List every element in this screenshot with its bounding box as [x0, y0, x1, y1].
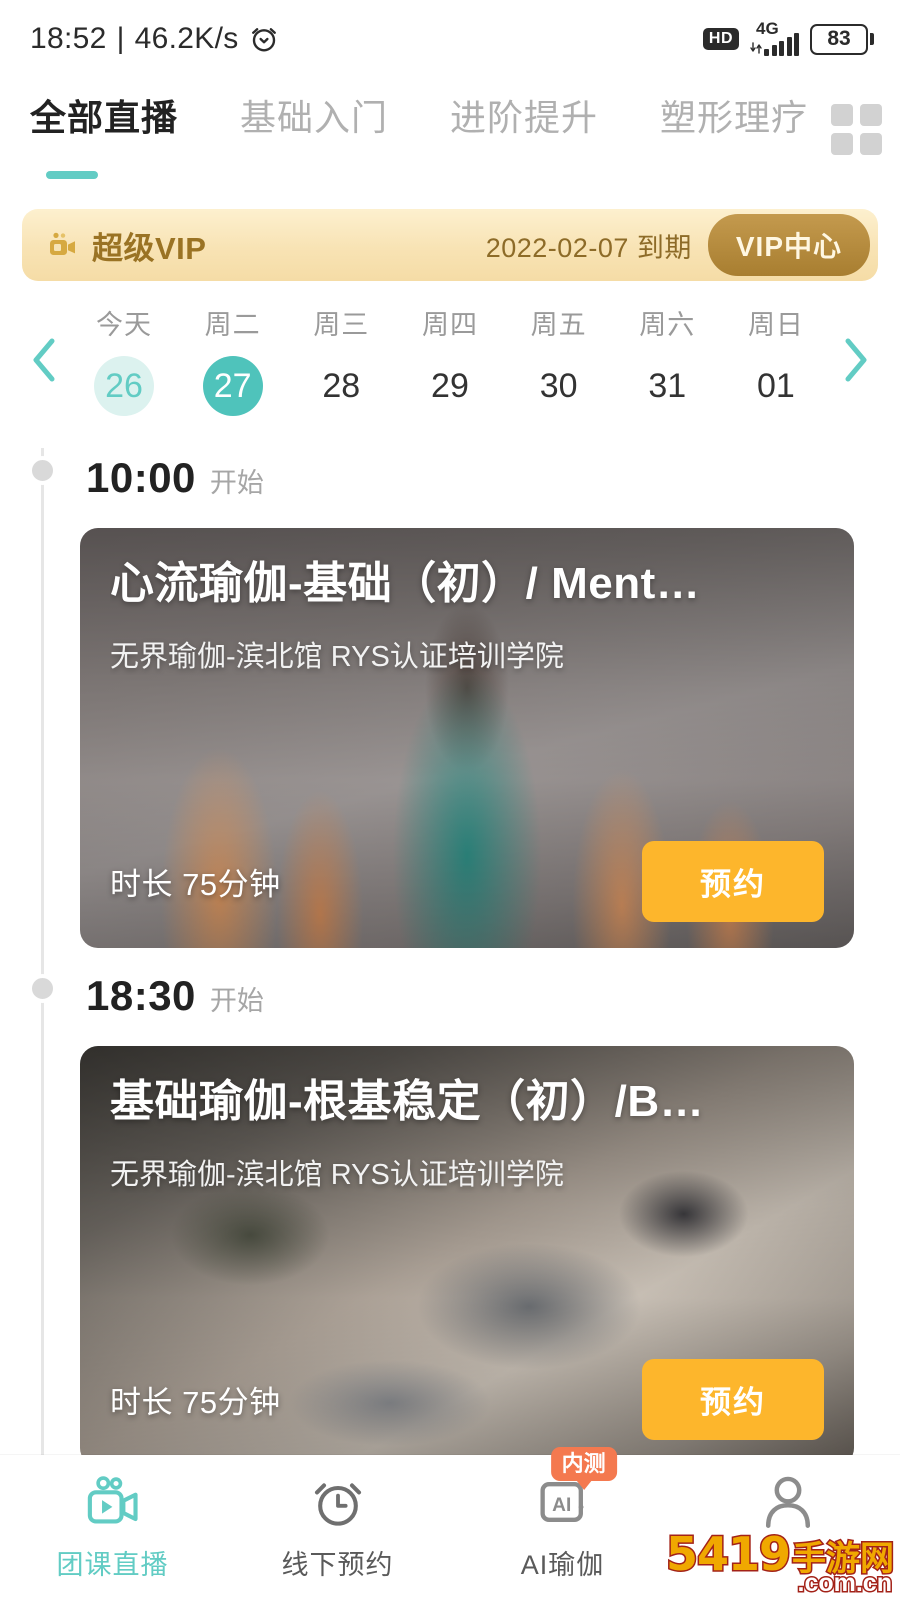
course-card[interactable]: 基础瑜伽-根基稳定（初）/B… 无界瑜伽-滨北馆 RYS认证培训学院 时长 75…	[80, 1046, 854, 1467]
hd-badge: HD	[702, 28, 739, 50]
date-item-selected[interactable]: 周二 27	[187, 303, 279, 417]
bottom-navigation-bar: 团课直播 线下预约 内测 AI AI瑜伽	[0, 1447, 900, 1600]
beta-badge: 内测	[550, 1447, 617, 1481]
battery-indicator: 83	[810, 23, 874, 55]
date-weekday-label: 周二	[204, 310, 261, 341]
tab-label: 进阶提升	[450, 97, 599, 138]
slot-start-suffix: 开始	[209, 986, 264, 1017]
battery-cap	[870, 33, 874, 45]
schedule-timeline: 10:00 开始 心流瑜伽-基础（初）/ Ment… 无界瑜伽-滨北馆 RYS认…	[0, 430, 900, 1467]
date-days-list: 今天 26 周二 27 周三 28 周四 29 周五 30 周六 31 周日 0…	[70, 303, 830, 417]
date-item[interactable]: 周三 28	[295, 303, 387, 416]
schedule-slot-header: 18:30 开始	[0, 948, 900, 1032]
slot-start-time: 18:30	[86, 972, 196, 1020]
course-duration: 时长 75分钟	[110, 1385, 281, 1421]
vip-title: 超级VIP	[92, 230, 207, 266]
nav-item-group-live[interactable]: 团课直播	[0, 1471, 225, 1582]
category-tabs: 全部直播 基础入门 进阶提升 塑形理疗	[30, 96, 817, 180]
user-profile-icon	[757, 1471, 819, 1533]
course-card-body: 基础瑜伽-根基稳定（初）/B… 无界瑜伽-滨北馆 RYS认证培训学院 时长 75…	[80, 1046, 854, 1466]
book-button[interactable]: 预约	[642, 1359, 824, 1441]
top-tab-bar: 全部直播 基础入门 进阶提升 塑形理疗	[0, 78, 900, 180]
course-title: 基础瑜伽-根基稳定（初）/B…	[110, 1077, 705, 1127]
course-card[interactable]: 心流瑜伽-基础（初）/ Ment… 无界瑜伽-滨北馆 RYS认证培训学院 时长 …	[80, 528, 854, 949]
status-separator: |	[116, 22, 125, 55]
tab-all-live[interactable]: 全部直播	[30, 96, 179, 180]
svg-text:AI: AI	[552, 1495, 571, 1516]
nav-item-label: 线下预约	[281, 1550, 394, 1580]
vip-center-button[interactable]: VIP中心	[707, 214, 870, 277]
date-day-number: 27	[202, 356, 263, 417]
vip-expire-text: 2022-02-07 到期	[485, 232, 692, 263]
date-day-number: 31	[648, 367, 687, 406]
slot-start-suffix: 开始	[209, 468, 264, 499]
date-day-number: 26	[94, 356, 154, 417]
network-type-label: 4G	[756, 19, 779, 38]
slot-start-time: 10:00	[86, 454, 196, 502]
date-selector: 今天 26 周二 27 周三 28 周四 29 周五 30 周六 31 周日 0…	[0, 281, 900, 430]
tab-beginner[interactable]: 基础入门	[240, 96, 388, 139]
nav-item-label: AI瑜伽	[520, 1550, 605, 1580]
tab-label: 基础入门	[240, 97, 389, 138]
tab-label: 全部直播	[30, 97, 179, 138]
grid-menu-icon[interactable]	[831, 104, 882, 155]
nav-item-offline-booking[interactable]: 线下预约	[225, 1471, 450, 1582]
schedule-slot: 18:30 开始 基础瑜伽-根基稳定（初）/B… 无界瑜伽-滨北馆 RYS认证培…	[0, 948, 900, 1467]
vip-banner[interactable]: 超级VIP 2022-02-07 到期 VIP中心	[22, 209, 878, 282]
data-transfer-arrows	[750, 41, 762, 55]
date-item[interactable]: 周六 31	[621, 303, 713, 416]
date-item-today[interactable]: 今天 26	[78, 303, 170, 417]
status-bar-left: 18:52 | 46.2K/s	[30, 22, 279, 56]
course-card-footer: 时长 75分钟 预约	[110, 1359, 824, 1441]
course-card-footer: 时长 75分钟 预约	[110, 841, 824, 923]
date-item[interactable]: 周五 30	[513, 303, 605, 416]
tab-advanced[interactable]: 进阶提升	[450, 96, 598, 139]
course-duration: 时长 75分钟	[110, 867, 281, 903]
chevron-right-icon[interactable]	[830, 335, 882, 385]
course-title: 心流瑜伽-基础（初）/ Ment…	[110, 559, 701, 609]
course-studio: 无界瑜伽-滨北馆 RYS认证培训学院	[110, 1159, 564, 1192]
book-button[interactable]: 预约	[642, 841, 824, 923]
date-day-number: 01	[757, 367, 795, 406]
date-weekday-label: 今天	[96, 310, 152, 341]
tab-active-indicator	[46, 171, 98, 180]
course-card-body: 心流瑜伽-基础（初）/ Ment… 无界瑜伽-滨北馆 RYS认证培训学院 时长 …	[80, 528, 854, 948]
video-camera-icon	[50, 232, 75, 256]
timeline-dot-icon	[28, 456, 57, 486]
battery-level: 83	[810, 23, 868, 55]
date-weekday-label: 周四	[421, 310, 478, 341]
nav-item-ai-yoga[interactable]: 内测 AI AI瑜伽	[450, 1447, 675, 1582]
app-root: 18:52 | 46.2K/s HD 4G 83 全部直播 基础入门 进阶提升 …	[0, 0, 900, 1600]
course-studio: 无界瑜伽-滨北馆 RYS认证培训学院	[110, 641, 564, 674]
video-camera-icon	[82, 1471, 144, 1533]
date-item[interactable]: 周四 29	[404, 303, 496, 416]
date-weekday-label: 周三	[313, 310, 370, 341]
date-day-number: 30	[539, 367, 578, 406]
status-bar-right: HD 4G 83	[702, 19, 874, 56]
alarm-clock-icon	[307, 1471, 369, 1533]
date-weekday-label: 周日	[747, 310, 804, 341]
status-bar: 18:52 | 46.2K/s HD 4G 83	[0, 0, 900, 78]
nav-item-profile[interactable]	[675, 1471, 900, 1543]
tab-label: 塑形理疗	[660, 97, 809, 138]
network-speed: 46.2K/s	[134, 22, 239, 55]
schedule-slot-header: 10:00 开始	[0, 430, 900, 514]
tab-shaping-therapy[interactable]: 塑形理疗	[660, 96, 808, 139]
date-item[interactable]: 周日 01	[730, 303, 822, 416]
date-day-number: 29	[431, 367, 469, 406]
date-weekday-label: 周六	[639, 310, 696, 341]
chevron-left-icon[interactable]	[18, 335, 70, 385]
schedule-slot: 10:00 开始 心流瑜伽-基础（初）/ Ment… 无界瑜伽-滨北馆 RYS认…	[0, 430, 900, 949]
status-time: 18:52	[30, 22, 107, 55]
signal-indicator: 4G	[750, 19, 799, 56]
nav-item-label: 团课直播	[56, 1550, 169, 1580]
date-weekday-label: 周五	[530, 310, 587, 341]
date-day-number: 28	[322, 367, 361, 406]
timeline-dot-icon	[28, 974, 57, 1004]
alarm-clock-icon	[251, 28, 276, 52]
